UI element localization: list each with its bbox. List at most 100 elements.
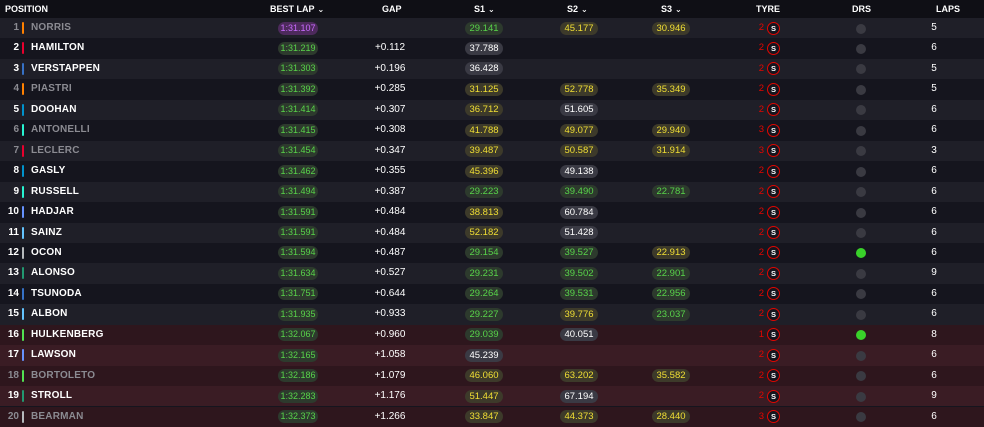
driver-position: 2 xyxy=(13,42,19,54)
soft-tyre-icon: S xyxy=(767,144,780,158)
team-color-bar xyxy=(22,165,24,178)
tyre-age: 2 xyxy=(758,226,764,238)
team-color-bar xyxy=(22,62,24,75)
header-tyre[interactable]: TYRE xyxy=(756,0,780,18)
soft-tyre-icon: S xyxy=(767,410,780,424)
soft-tyre-icon: S xyxy=(767,348,780,362)
gap-value: +0.484 xyxy=(374,226,406,238)
sector-1-time: 33.847 xyxy=(465,410,503,424)
best-lap-time: 1:31.935 xyxy=(278,307,318,321)
header-s3[interactable]: S3 ⌄ xyxy=(661,0,682,19)
driver-row[interactable]: 15 ALBON 1:31.935 +0.933 29.227 39.776 23.037 2… xyxy=(0,304,984,325)
driver-row[interactable]: 6 ANTONELLI 1:31.415 +0.308 41.788 49.077 29.9… xyxy=(0,120,984,141)
sector-3-time: 22.901 xyxy=(652,266,690,280)
driver-name[interactable]: BORTOLETO xyxy=(31,366,95,386)
driver-name[interactable]: ALBON xyxy=(31,304,68,324)
soft-tyre-icon: S xyxy=(767,389,780,403)
driver-name[interactable]: VERSTAPPEN xyxy=(31,59,100,79)
header-s1[interactable]: S1 ⌄ xyxy=(474,0,495,19)
soft-tyre-icon: S xyxy=(767,307,780,321)
driver-name[interactable]: OCON xyxy=(31,243,62,263)
laps-count: 6 xyxy=(931,206,937,218)
sector-1-time: 52.182 xyxy=(465,226,503,239)
driver-row[interactable]: 1 NORRIS 1:31.107 29.141 45.177 30.946 2 S 5 xyxy=(0,18,984,39)
header-laps[interactable]: LAPS xyxy=(936,0,960,18)
gap-value: +0.960 xyxy=(374,328,406,340)
driver-name[interactable]: LECLERC xyxy=(31,141,80,161)
laps-count: 5 xyxy=(931,62,937,74)
driver-name[interactable]: HAMILTON xyxy=(31,38,84,58)
sector-1-time: 37.788 xyxy=(465,41,503,55)
driver-name[interactable]: HADJAR xyxy=(31,202,74,222)
driver-row[interactable]: 2 HAMILTON 1:31.219 +0.112 37.788 2 S 6 xyxy=(0,38,984,59)
driver-row[interactable]: 17 LAWSON 1:32.165 +1.058 45.239 2 S 6 xyxy=(0,345,984,366)
driver-position: 7 xyxy=(13,144,19,156)
team-color-bar xyxy=(22,246,24,259)
gap-value: +0.347 xyxy=(374,144,406,156)
gap-value: +0.112 xyxy=(374,42,406,54)
driver-position: 9 xyxy=(13,185,19,197)
header-best-lap[interactable]: BEST LAP ⌄ xyxy=(270,0,324,19)
driver-row[interactable]: 19 STROLL 1:32.283 +1.176 51.447 67.194 2 S 9 xyxy=(0,386,984,407)
best-lap-time: 1:32.165 xyxy=(278,348,318,362)
chevron-down-icon: ⌄ xyxy=(581,5,588,14)
driver-row[interactable]: 9 RUSSELL 1:31.494 +0.387 29.223 39.490 22.781… xyxy=(0,181,984,202)
header-s2[interactable]: S2 ⌄ xyxy=(567,0,588,19)
driver-row[interactable]: 16 HULKENBERG 1:32.067 +0.960 29.039 40.051 1 S… xyxy=(0,324,984,346)
driver-name[interactable]: GASLY xyxy=(31,161,66,181)
driver-name[interactable]: STROLL xyxy=(31,386,72,406)
driver-row[interactable]: 12 OCON 1:31.594 +0.487 29.154 39.527 22.913 2 S… xyxy=(0,242,984,264)
driver-row[interactable]: 4 PIASTRI 1:31.392 +0.285 31.125 52.778 35.349… xyxy=(0,79,984,100)
driver-row[interactable]: 7 LECLERC 1:31.454 +0.347 39.487 50.587 31.914… xyxy=(0,140,984,162)
chevron-down-icon: ⌄ xyxy=(317,5,325,14)
header-gap[interactable]: GAP xyxy=(382,0,402,18)
soft-tyre-icon: S xyxy=(767,266,780,280)
sector-2-time: 51.605 xyxy=(560,103,598,117)
driver-name[interactable]: NORRIS xyxy=(31,18,71,38)
best-lap-time: 1:31.414 xyxy=(278,103,318,117)
driver-position: 4 xyxy=(13,83,19,95)
driver-row[interactable]: 5 DOOHAN 1:31.414 +0.307 36.712 51.605 2 S 6 xyxy=(0,99,984,121)
driver-row[interactable]: 8 GASLY 1:31.462 +0.355 45.396 49.138 2 S 6 xyxy=(0,161,984,182)
driver-row[interactable]: 11 SAINZ 1:31.591 +0.484 52.182 51.428 2 S 6 xyxy=(0,222,984,243)
driver-row[interactable]: 10 HADJAR 1:31.591 +0.484 38.813 60.784 2 S 6 xyxy=(0,202,984,223)
drs-indicator xyxy=(856,309,866,320)
driver-position: 14 xyxy=(7,287,19,299)
laps-count: 6 xyxy=(931,103,937,115)
sector-3-time: 35.582 xyxy=(652,369,690,383)
header-position[interactable]: POSITION xyxy=(5,0,48,18)
gap-value xyxy=(352,18,428,38)
driver-position: 20 xyxy=(7,410,19,422)
sector-1-time: 39.487 xyxy=(465,144,503,158)
driver-name[interactable]: ANTONELLI xyxy=(31,120,90,140)
team-color-bar xyxy=(22,22,24,34)
driver-name[interactable]: BEARMAN xyxy=(31,407,84,427)
driver-row[interactable]: 14 TSUNODA 1:31.751 +0.644 29.264 39.531 22.95… xyxy=(0,283,984,305)
laps-count: 3 xyxy=(931,144,937,156)
driver-name[interactable]: RUSSELL xyxy=(31,182,79,202)
driver-row[interactable]: 20 BEARMAN 1:32.373 +1.266 33.847 44.373 28.44… xyxy=(0,406,984,427)
header-drs[interactable]: DRS xyxy=(852,0,871,18)
sector-1-time: 41.788 xyxy=(465,123,503,137)
driver-name[interactable]: TSUNODA xyxy=(31,284,82,304)
tyre-age: 2 xyxy=(758,390,764,402)
driver-name[interactable]: PIASTRI xyxy=(31,79,72,99)
laps-count: 6 xyxy=(931,185,937,197)
team-color-bar xyxy=(22,369,24,382)
gap-value: +1.176 xyxy=(374,390,406,402)
tyre-age: 2 xyxy=(758,349,764,361)
driver-row[interactable]: 13 ALONSO 1:31.634 +0.527 29.231 39.502 22.901… xyxy=(0,263,984,284)
drs-indicator xyxy=(856,350,866,361)
driver-name[interactable]: SAINZ xyxy=(31,223,62,243)
driver-row[interactable]: 18 BORTOLETO 1:32.186 +1.079 46.060 63.202 35.… xyxy=(0,365,984,387)
laps-count: 6 xyxy=(931,246,937,258)
tyre-age: 3 xyxy=(758,410,764,422)
driver-name[interactable]: LAWSON xyxy=(31,345,76,365)
laps-count: 6 xyxy=(931,308,937,320)
driver-row[interactable]: 3 VERSTAPPEN 1:31.303 +0.196 36.428 2 S 5 xyxy=(0,58,984,80)
driver-name[interactable]: HULKENBERG xyxy=(31,325,104,345)
driver-name[interactable]: DOOHAN xyxy=(31,100,77,120)
driver-name[interactable]: ALONSO xyxy=(31,263,75,283)
tyre-age: 2 xyxy=(758,369,764,381)
best-lap-time: 1:31.107 xyxy=(278,21,318,35)
